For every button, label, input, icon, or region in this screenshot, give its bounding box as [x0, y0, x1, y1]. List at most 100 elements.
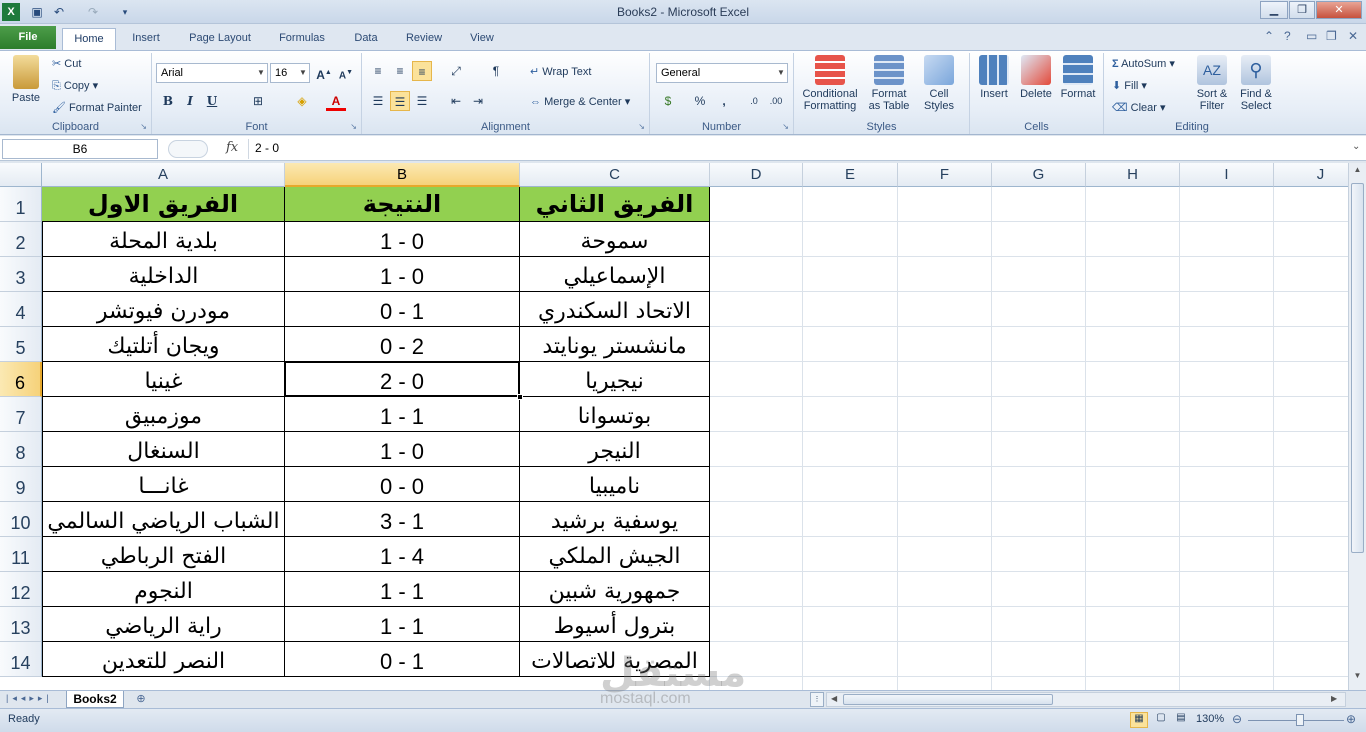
copy-button[interactable]: ⎘ Copy ▾: [52, 79, 98, 93]
zoom-level[interactable]: 130%: [1196, 713, 1224, 725]
sheet-tab-books2[interactable]: Books2: [66, 691, 124, 708]
column-header-b[interactable]: B: [285, 163, 520, 187]
row-header-7[interactable]: 7: [0, 397, 42, 432]
cell-c10[interactable]: يوسفية برشيد: [520, 502, 710, 537]
fill-button[interactable]: ⬇ Fill ▾: [1112, 79, 1147, 92]
cell-b12[interactable]: 1 - 1: [285, 572, 520, 607]
column-header-a[interactable]: A: [42, 163, 285, 187]
merge-center-button[interactable]: ⇔ Merge & Center ▾: [530, 95, 630, 108]
row-header-5[interactable]: 5: [0, 327, 42, 362]
cell-b14[interactable]: 0 - 1: [285, 642, 520, 677]
cell-c12[interactable]: جمهورية شبين: [520, 572, 710, 607]
expand-formula-bar-icon[interactable]: ⌄: [1352, 141, 1360, 152]
cell-a13[interactable]: راية الرياضي: [42, 607, 285, 642]
cell-c2[interactable]: سموحة: [520, 222, 710, 257]
row-header-11[interactable]: 11: [0, 537, 42, 572]
column-header-h[interactable]: H: [1086, 163, 1180, 187]
column-header-f[interactable]: F: [898, 163, 992, 187]
align-center-icon[interactable]: ☰: [390, 91, 410, 111]
cell-a7[interactable]: موزمبيق: [42, 397, 285, 432]
cell-b6[interactable]: 2 - 0: [285, 362, 520, 397]
align-top-icon[interactable]: ≡: [368, 61, 388, 81]
cell-a5[interactable]: ويجان أتلتيك: [42, 327, 285, 362]
zoom-slider-thumb[interactable]: [1296, 714, 1304, 726]
maximize-button[interactable]: ❐: [1289, 1, 1315, 19]
text-direction-icon[interactable]: ¶: [486, 61, 506, 81]
cell-styles-button[interactable]: Cell Styles: [916, 55, 962, 112]
cell-a10[interactable]: الشباب الرياضي السالمي: [42, 502, 285, 537]
row-header-1[interactable]: 1: [0, 187, 42, 222]
cell-b10[interactable]: 3 - 1: [285, 502, 520, 537]
cell-b3[interactable]: 1 - 0: [285, 257, 520, 292]
cell-b2[interactable]: 1 - 0: [285, 222, 520, 257]
column-header-e[interactable]: E: [803, 163, 898, 187]
vertical-scrollbar[interactable]: ▲ ▼: [1348, 163, 1366, 690]
format-painter-button[interactable]: 🖌 Format Painter: [52, 101, 142, 114]
conditional-formatting-button[interactable]: Conditional Formatting: [798, 55, 862, 112]
number-format-combo[interactable]: General ▼: [656, 63, 788, 83]
row-header-3[interactable]: 3: [0, 257, 42, 292]
tab-view[interactable]: View: [462, 28, 502, 50]
comma-button[interactable]: ,: [714, 91, 734, 111]
align-left-icon[interactable]: ☰: [368, 91, 388, 111]
cell-c9[interactable]: ناميبيا: [520, 467, 710, 502]
clear-button[interactable]: ⌫ Clear ▾: [1112, 101, 1166, 114]
cell-a8[interactable]: السنغال: [42, 432, 285, 467]
cell-b9[interactable]: 0 - 0: [285, 467, 520, 502]
column-header-g[interactable]: G: [992, 163, 1086, 187]
delete-cells-button[interactable]: Delete: [1016, 55, 1056, 100]
tab-file[interactable]: File: [0, 26, 56, 49]
italic-button[interactable]: I: [180, 91, 200, 111]
decrease-indent-icon[interactable]: ⇤: [446, 91, 466, 111]
scroll-thumb[interactable]: [1351, 183, 1364, 553]
page-layout-view-icon[interactable]: ▢: [1152, 712, 1170, 728]
align-bottom-icon[interactable]: ≡: [412, 61, 432, 81]
borders-icon[interactable]: ⊞: [248, 91, 268, 111]
tab-formulas[interactable]: Formulas: [270, 28, 334, 50]
doc-minimize-icon[interactable]: ▭: [1306, 29, 1317, 43]
header-cell-c[interactable]: الفريق الثاني: [520, 187, 710, 222]
worksheet-grid[interactable]: A B C D E F G H I J 1 2 3 4 5 6 7 8 9 10 11 12 13 14 الفريق الاو…: [0, 163, 1348, 690]
row-header-10[interactable]: 10: [0, 502, 42, 537]
row-header-12[interactable]: 12: [0, 572, 42, 607]
font-size-combo[interactable]: 16 ▼: [270, 63, 310, 83]
format-as-table-button[interactable]: Format as Table: [866, 55, 912, 112]
cell-b13[interactable]: 1 - 1: [285, 607, 520, 642]
cell-b7[interactable]: 1 - 1: [285, 397, 520, 432]
font-launcher-icon[interactable]: ↘: [350, 122, 357, 131]
doc-close-icon[interactable]: ✕: [1348, 29, 1358, 43]
cell-c7[interactable]: بوتسوانا: [520, 397, 710, 432]
tab-review[interactable]: Review: [398, 28, 450, 50]
header-cell-b[interactable]: النتيجة: [285, 187, 520, 222]
increase-indent-icon[interactable]: ⇥: [468, 91, 488, 111]
cell-c6[interactable]: نيجيريا: [520, 362, 710, 397]
doc-restore-icon[interactable]: ❐: [1326, 29, 1337, 43]
sort-filter-button[interactable]: AZ Sort & Filter: [1190, 55, 1234, 112]
formula-expand-control[interactable]: [168, 140, 208, 158]
decrease-decimal-icon[interactable]: .00: [766, 91, 786, 111]
close-button[interactable]: ✕: [1316, 1, 1362, 19]
underline-button[interactable]: U: [202, 91, 222, 111]
cut-button[interactable]: ✂ Cut: [52, 57, 81, 70]
align-right-icon[interactable]: ☰: [412, 91, 432, 111]
cell-b4[interactable]: 0 - 1: [285, 292, 520, 327]
cell-c8[interactable]: النيجر: [520, 432, 710, 467]
row-header-9[interactable]: 9: [0, 467, 42, 502]
cell-c13[interactable]: بترول أسيوط: [520, 607, 710, 642]
fill-color-icon[interactable]: ◈: [292, 91, 312, 111]
formula-input[interactable]: 2 - 0: [248, 139, 1350, 159]
scroll-left-icon[interactable]: ◀: [831, 694, 837, 703]
autosum-button[interactable]: Σ AutoSum ▾: [1112, 57, 1175, 70]
scroll-up-icon[interactable]: ▲: [1351, 165, 1364, 179]
insert-sheet-icon[interactable]: ⊕: [130, 692, 152, 707]
orientation-icon[interactable]: ⤢: [446, 61, 466, 81]
row-header-8[interactable]: 8: [0, 432, 42, 467]
select-all-button[interactable]: [0, 163, 42, 187]
number-launcher-icon[interactable]: ↘: [782, 122, 789, 131]
grow-font-icon[interactable]: A▲: [314, 63, 334, 83]
font-name-combo[interactable]: Arial ▼: [156, 63, 268, 83]
paste-button[interactable]: Paste: [6, 55, 46, 104]
increase-decimal-icon[interactable]: .0: [744, 91, 764, 111]
insert-function-icon[interactable]: fx: [226, 140, 238, 155]
align-middle-icon[interactable]: ≡: [390, 61, 410, 81]
